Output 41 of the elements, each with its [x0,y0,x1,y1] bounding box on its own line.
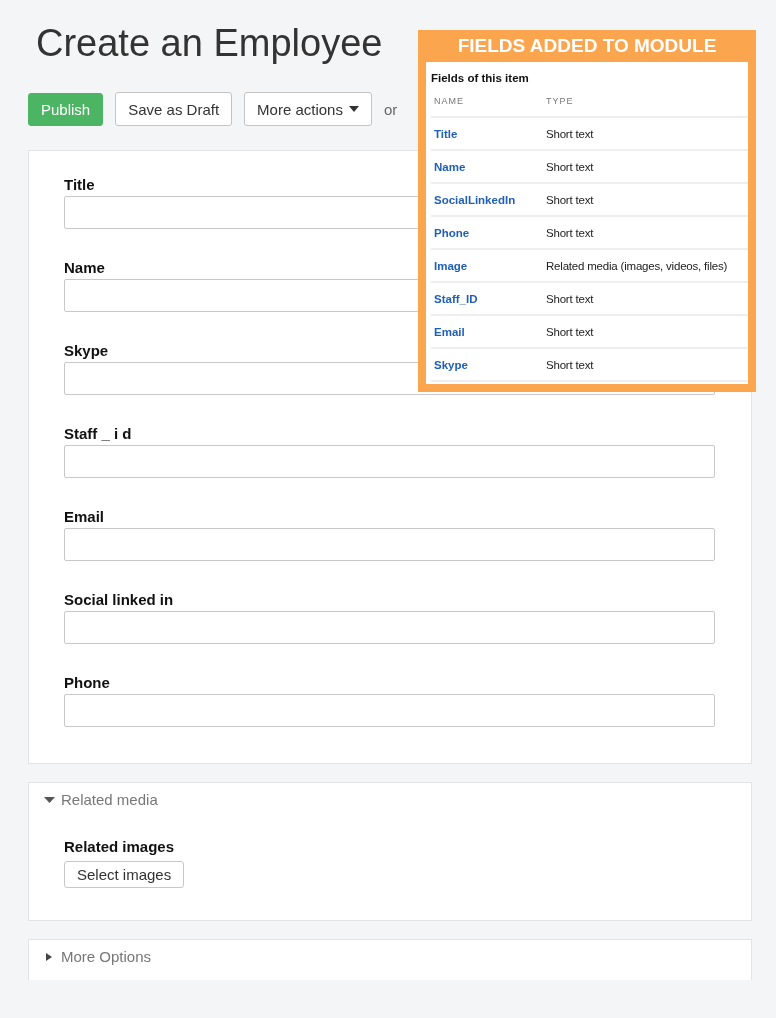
text-input-field[interactable] [64,694,715,727]
field-name-link[interactable]: Name [434,160,466,173]
field-label: Name [64,259,105,276]
field-name-link[interactable]: Staff_ID [434,292,478,305]
text-input-field[interactable] [64,611,715,644]
save-draft-button[interactable]: Save as Draft [115,92,233,126]
field-name-link[interactable]: Email [434,325,465,338]
field-label: Email [64,508,105,525]
field-type: Short text [546,127,594,140]
field-type: Short text [546,193,594,206]
column-header: NAME [434,96,464,106]
field-label: Skype [64,342,109,359]
field-type: Short text [546,226,594,239]
banner-title: FIELDS ADDED TO MODULE [456,34,718,58]
panel-toggle[interactable]: More Options [61,948,152,965]
field-label: Social linked in [64,591,174,608]
column-header: TYPE [546,96,574,106]
field-name-link[interactable]: Image [434,259,468,272]
field-label: Phone [64,674,110,691]
page-title: Create an Employee [36,21,383,66]
field-type: Short text [546,358,594,371]
field-type: Short text [546,292,594,305]
field-name-link[interactable]: SocialLinkedIn [434,193,516,206]
field-type: Related media (images, videos, files) [546,259,728,272]
field-name-link[interactable]: Phone [434,226,470,239]
field-label: Title [64,176,95,193]
field-label: Staff _ i d [64,425,132,442]
select-images-button[interactable]: Select images [64,861,185,888]
field-name-link[interactable]: Skype [434,358,468,371]
text-input-field[interactable] [64,528,715,561]
or-text: or [383,100,398,118]
table-heading: Fields of this item [431,72,529,86]
field-name-link[interactable]: Title [434,127,458,140]
text-input-field[interactable] [64,445,715,478]
field-label: Related images [64,838,175,855]
panel-toggle[interactable]: Related media [61,791,158,808]
caret-down-icon[interactable] [44,795,55,804]
field-type: Short text [546,325,594,338]
field-type: Short text [546,160,594,173]
more-actions-button[interactable]: More actions [244,92,372,126]
caret-down-icon [348,106,359,112]
